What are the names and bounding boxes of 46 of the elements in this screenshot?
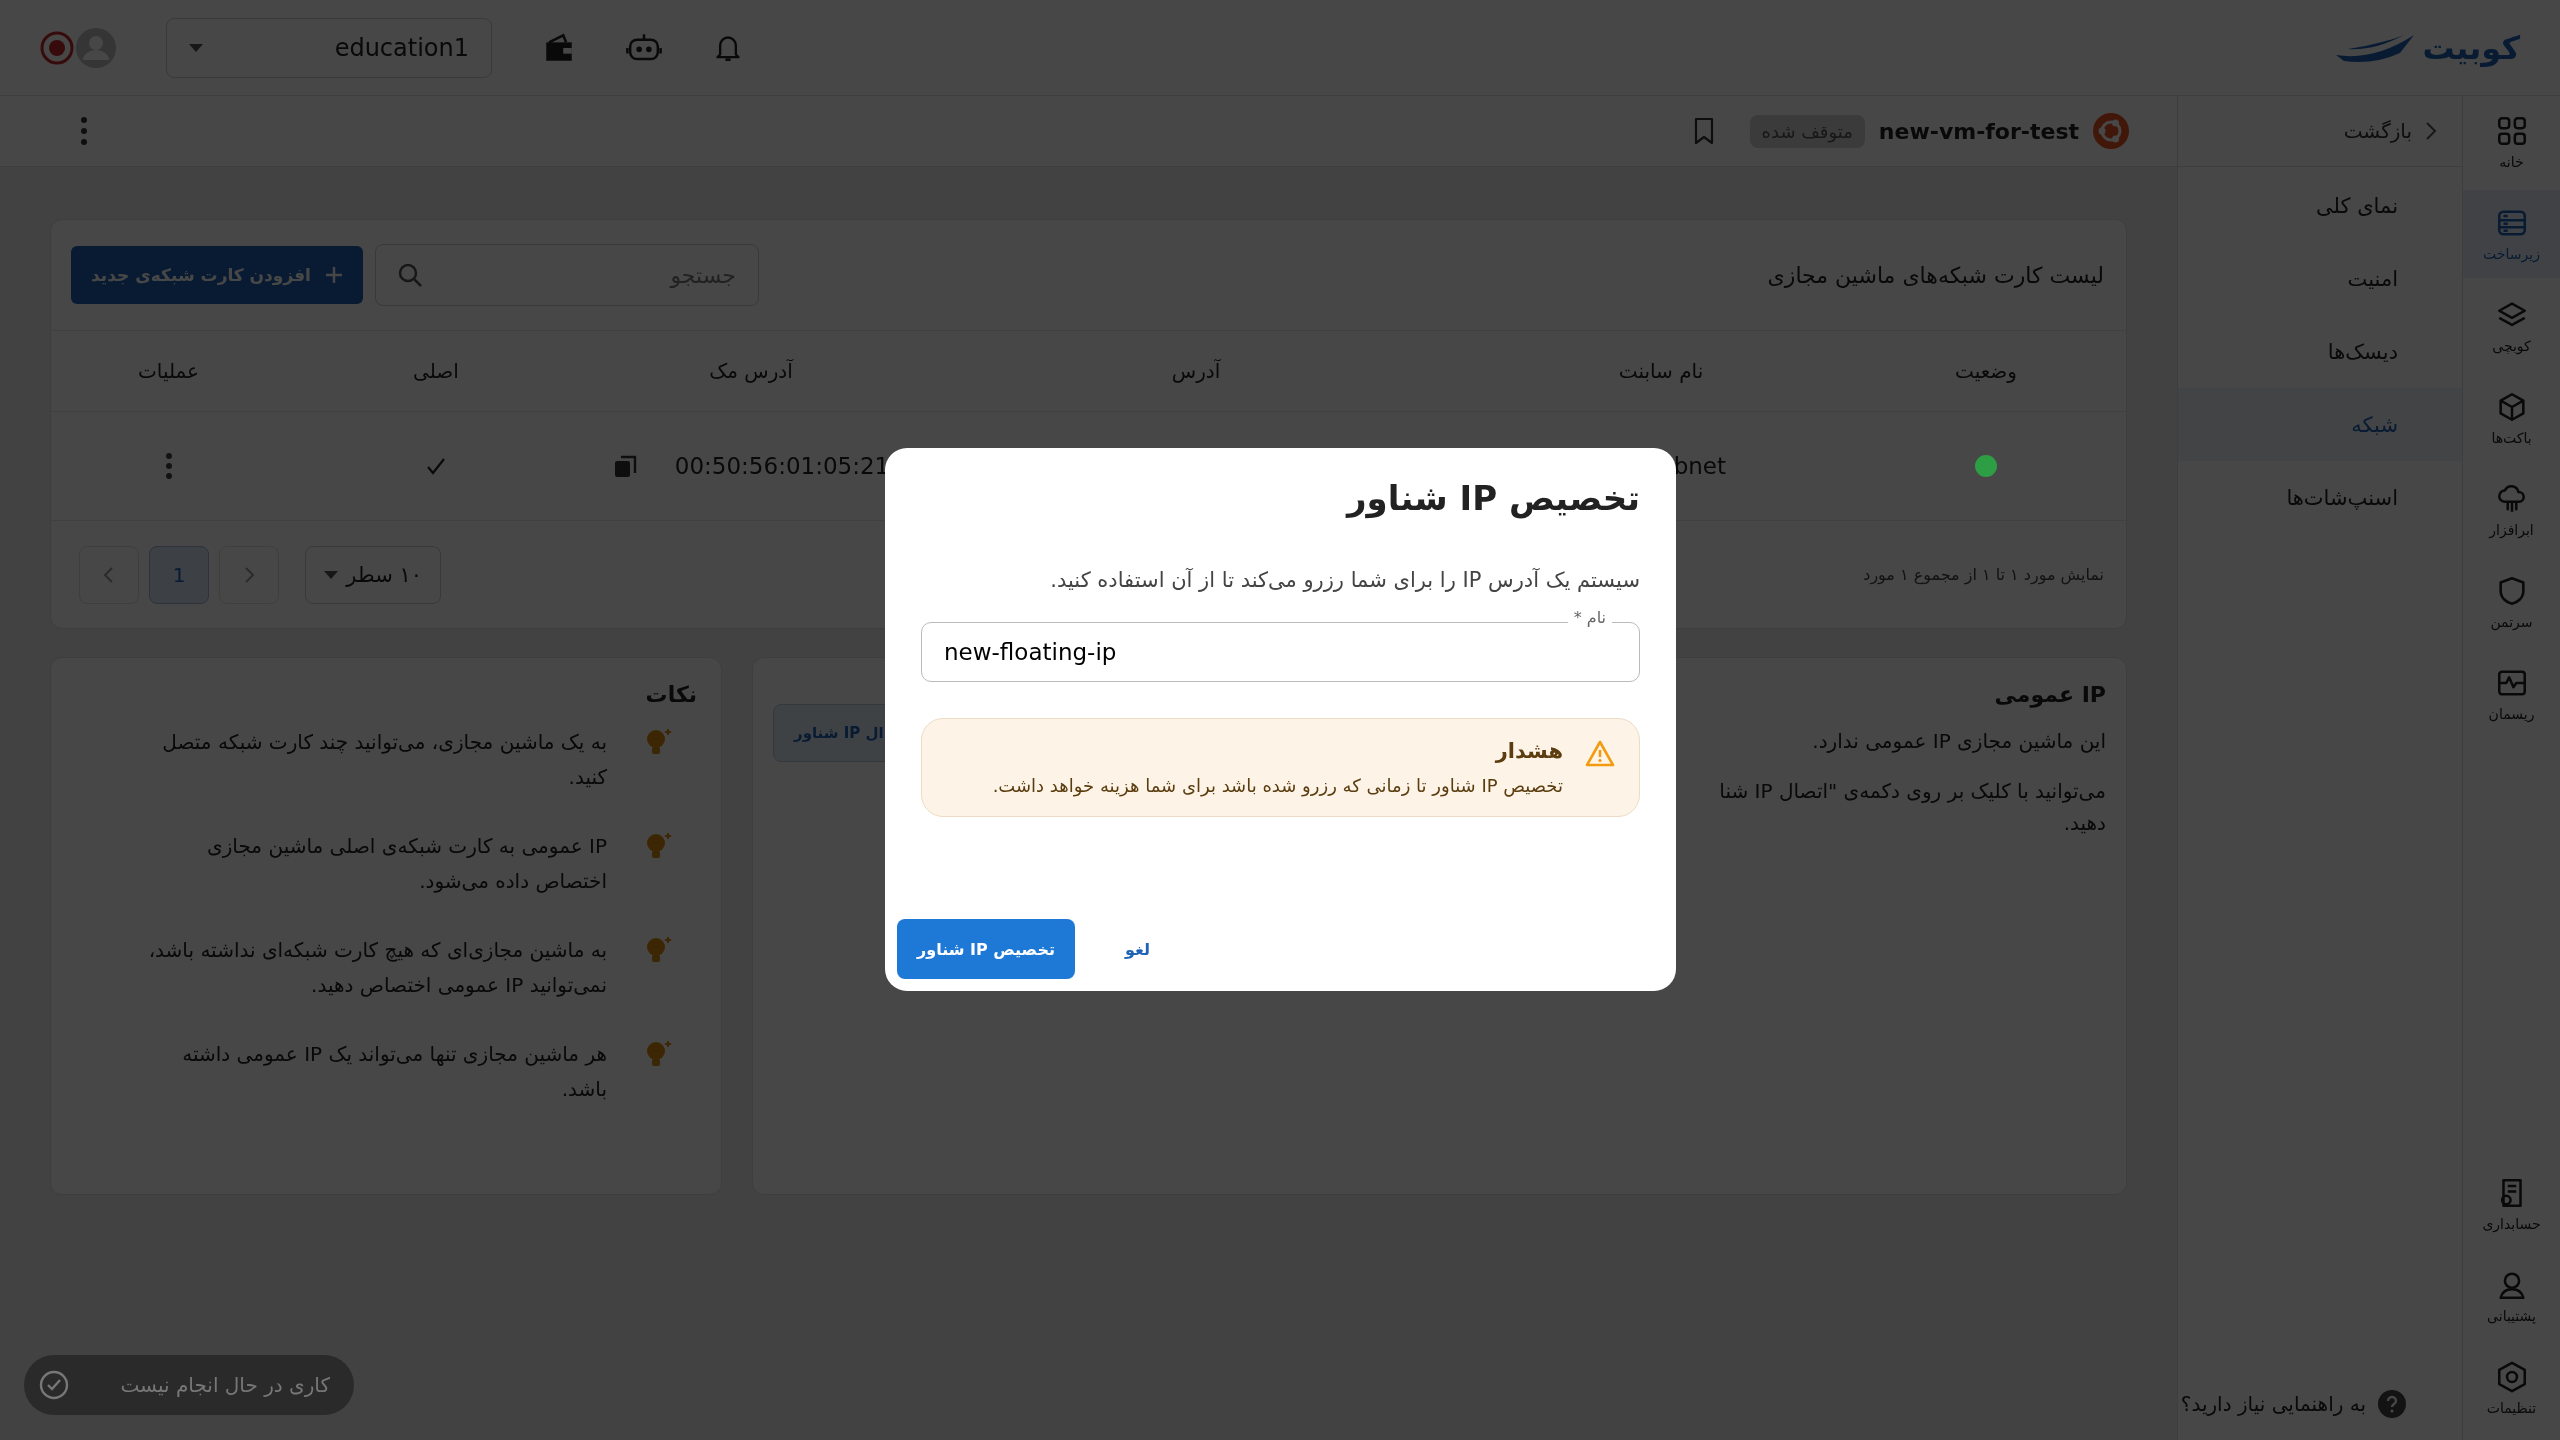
warning-icon xyxy=(1585,739,1615,767)
name-input[interactable]: new-floating-ip xyxy=(942,638,1619,666)
rail-nav-item[interactable]: باکت‌ها xyxy=(2463,374,2560,462)
submenu-item[interactable]: اسنپ‌شات‌ها xyxy=(2178,461,2462,534)
warning-title: هشدار xyxy=(1494,739,1563,763)
submenu-item[interactable]: امنیت xyxy=(2178,242,2462,315)
table-cell: 00:50:56:01:05:21 xyxy=(674,453,890,479)
cancel-button[interactable]: لغو xyxy=(1104,929,1170,969)
field-label: نام * xyxy=(1567,608,1612,627)
tip-text: هر ماشین مجازی تنها می‌تواند یک IP عمومی داشته باشد. xyxy=(181,1041,607,1103)
help-link[interactable]: به راهنمایی نیاز دارید؟ xyxy=(2178,1390,2462,1440)
task-status-toast: کاری در حال انجام نیست xyxy=(24,1355,354,1415)
panel-title: IP عمومی xyxy=(1993,682,2106,707)
rail-nav-item[interactable]: ریسمان xyxy=(2463,650,2560,738)
rail-nav-item[interactable]: ابرافزار xyxy=(2463,466,2560,554)
submenu-item[interactable]: دیسک‌ها xyxy=(2178,315,2462,388)
check-circle-icon xyxy=(38,1369,70,1401)
rail-nav-item[interactable]: سرتمن xyxy=(2463,558,2560,646)
tip-text: IP عمومی به کارت شبکه‌ی اصلی ماشین مجازی اختصاص داده می‌شود. xyxy=(206,833,607,895)
column-header: آدرس xyxy=(1170,358,1222,385)
info-text: این ماشین مجازی IP عمومی ندارد. xyxy=(1811,728,2106,755)
tip-text: به ماشین مجازی‌ای که هیچ کارت شبکه‌ای نداشته باشد، نمی‌توانید IP عمومی اختصاص دهید. xyxy=(147,937,607,999)
column-header: نام سابنت xyxy=(1617,358,1705,385)
info-text: می‌توانید با کلیک بر روی دکمه‌ی "اتصال IP شنا xyxy=(1718,778,2106,805)
panel-title: نکات xyxy=(644,682,697,707)
column-header: عملیات xyxy=(136,358,201,385)
dialog-description: سیستم یک آدرس IP را برای شما رزرو می‌کند تا از آن استفاده کنید. xyxy=(1049,568,1640,592)
tip-text: به یک ماشین مجازی، می‌توانید چند کارت شبکه متصل کنید. xyxy=(161,729,607,791)
rail-nav-item[interactable]: تنظیمات xyxy=(2463,1344,2560,1432)
submenu-item[interactable]: نمای کلی xyxy=(2178,169,2462,242)
vm-name: new-vm-for-test xyxy=(1878,118,2079,144)
rail-nav-item[interactable]: پشتیبانی xyxy=(2463,1252,2560,1340)
column-header: وضعیت xyxy=(1954,358,2018,385)
back-link[interactable]: بازگشت xyxy=(2343,119,2438,143)
table-cell: bnet xyxy=(1673,453,1726,479)
info-text: دهید. xyxy=(2062,810,2106,837)
column-header: اصلی xyxy=(412,358,460,385)
dialog-title: تخصیص IP شناور xyxy=(1344,478,1640,518)
allocate-floating-ip-button[interactable]: تخصیص IP شناور xyxy=(897,919,1075,979)
column-header: آدرس مک xyxy=(708,358,795,385)
rail-nav-item[interactable]: حسابداری xyxy=(2463,1160,2560,1248)
panel-title: لیست کارت شبکه‌های ماشین مجازی xyxy=(1767,262,2104,288)
rail-nav-item[interactable]: خانه xyxy=(2463,98,2560,186)
warning-text: تخصیص IP شناور تا زمانی که رزرو شده باشد برای شما هزینه خواهد داشت. xyxy=(992,775,1563,796)
rail-nav-item[interactable]: کوبچی xyxy=(2463,282,2560,370)
logo[interactable]: کوبیت xyxy=(2334,28,2520,67)
